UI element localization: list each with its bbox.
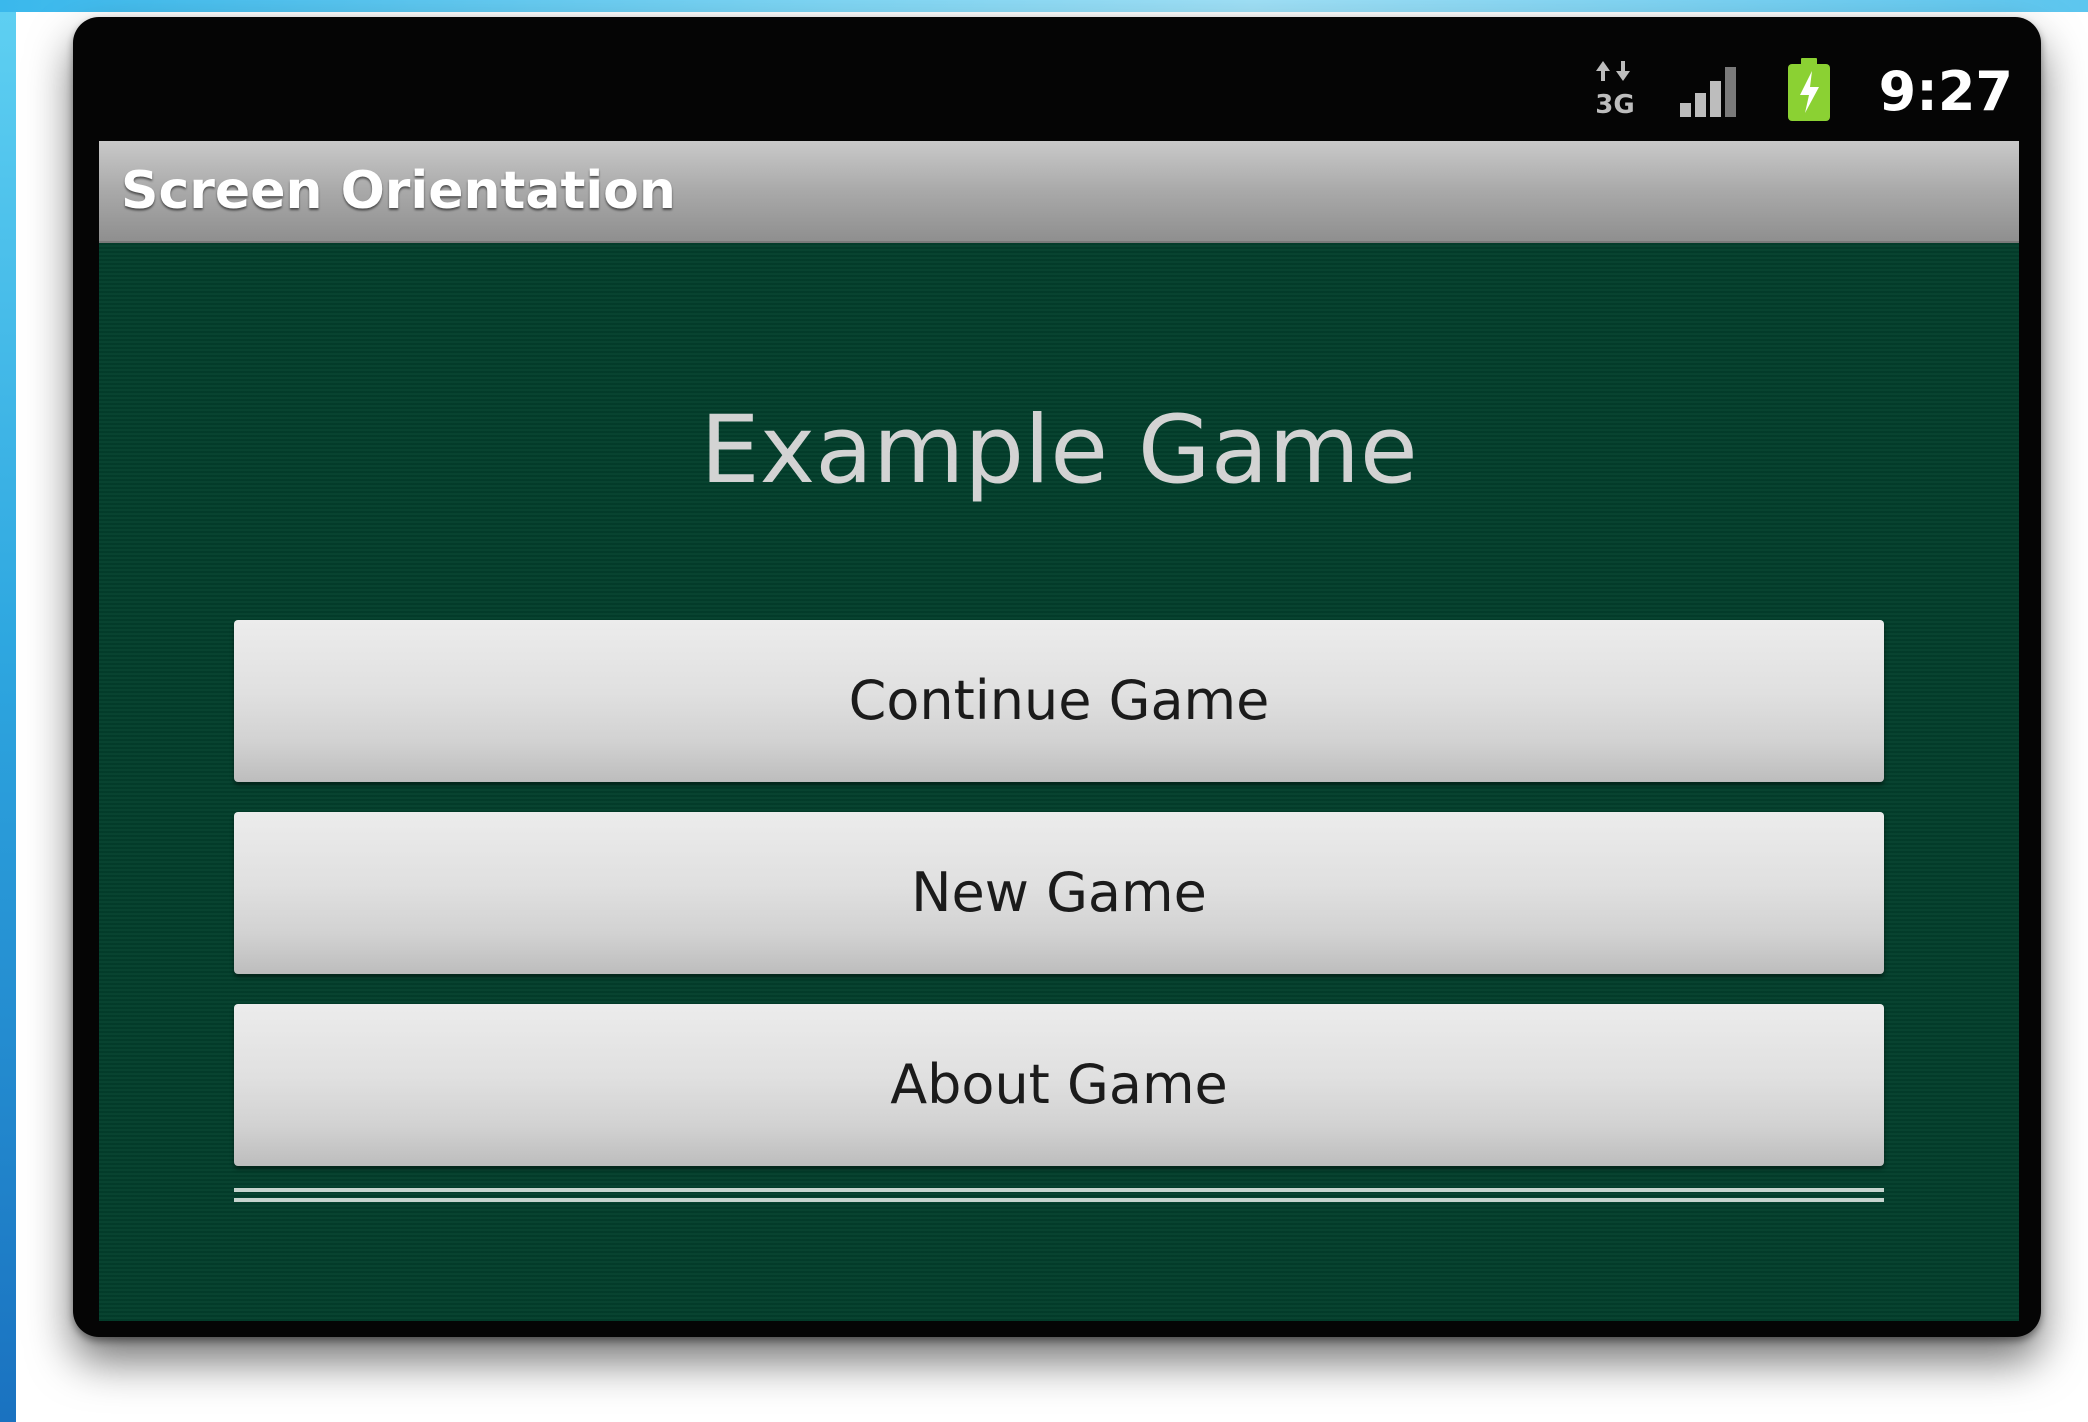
phone-frame: 3G 9:27 Screen Orientation Example Game …	[73, 17, 2041, 1337]
game-heading: Example Game	[700, 396, 1418, 505]
battery-charging-icon	[1788, 58, 1830, 121]
background-left-edge	[0, 0, 16, 1422]
app-title: Screen Orientation	[121, 161, 676, 221]
about-game-button[interactable]: About Game	[234, 1004, 1884, 1166]
3g-data-icon: 3G	[1595, 61, 1635, 117]
svg-text:3G: 3G	[1595, 90, 1634, 117]
status-bar: 3G 9:27	[73, 17, 2041, 139]
exit-button-edge	[234, 1188, 1884, 1202]
background-top-edge	[0, 0, 2088, 12]
title-bar: Screen Orientation	[99, 141, 2019, 243]
new-game-button[interactable]: New Game	[234, 812, 1884, 974]
signal-strength-icon	[1680, 67, 1736, 117]
app-screen: Screen Orientation Example Game Continue…	[99, 141, 2019, 1321]
continue-game-button[interactable]: Continue Game	[234, 620, 1884, 782]
status-clock: 9:27	[1878, 60, 2013, 123]
